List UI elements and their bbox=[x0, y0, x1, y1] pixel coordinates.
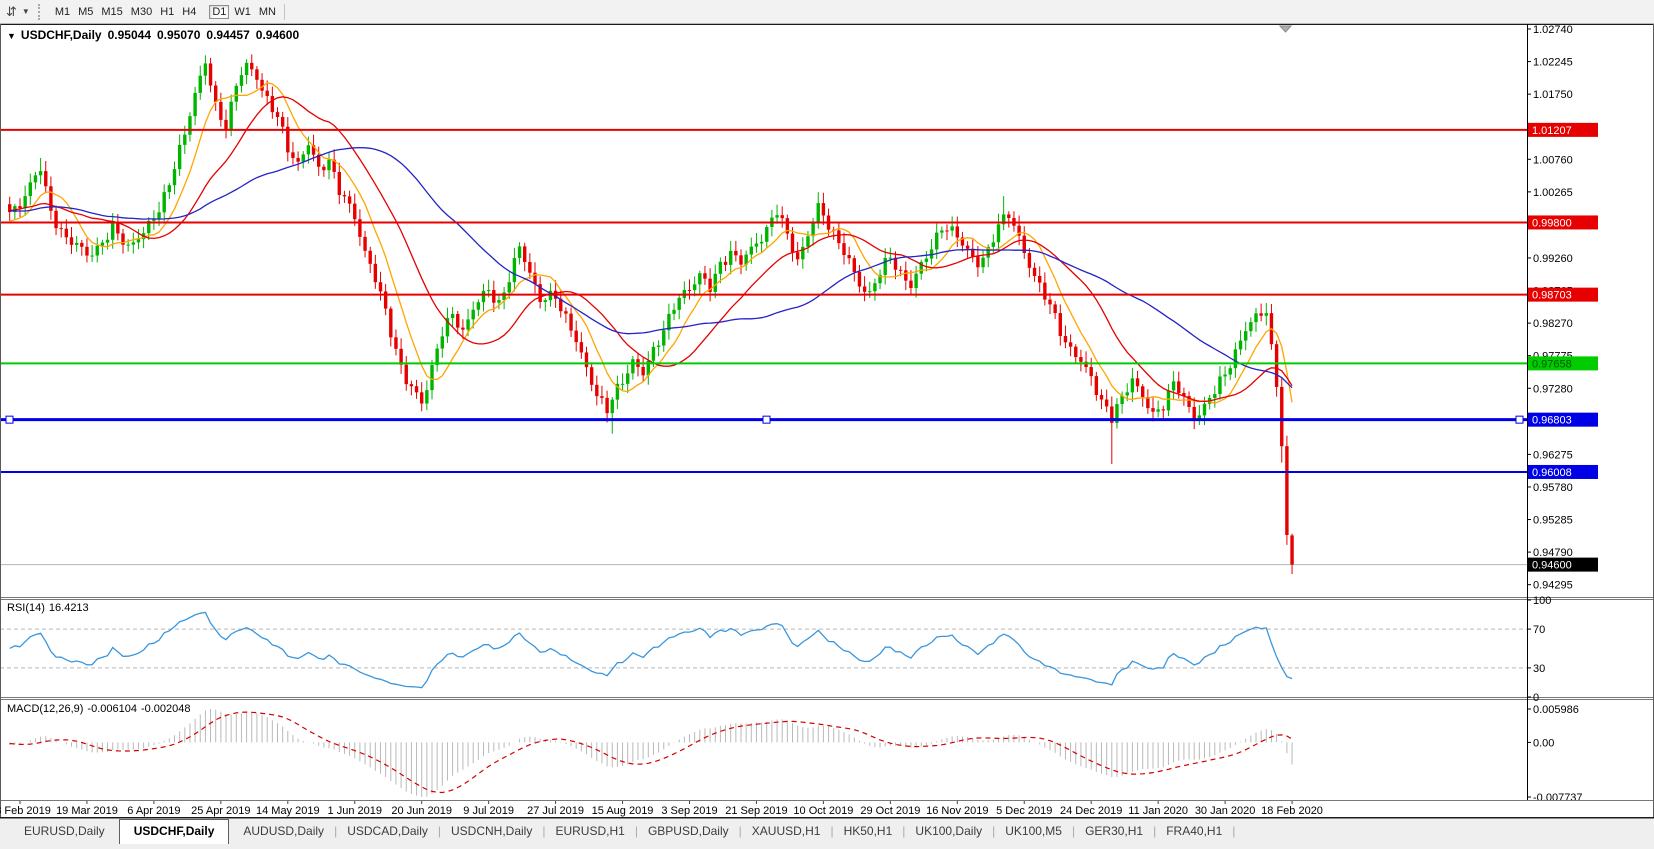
chart-symbol-label: USDCHF,Daily bbox=[21, 28, 102, 42]
tf-button-w1[interactable]: W1 bbox=[231, 5, 254, 19]
tab-uk100-m5[interactable]: UK100,M5 bbox=[995, 819, 1072, 838]
tab-ger30-h1[interactable]: GER30,H1 bbox=[1075, 819, 1153, 838]
svg-text:100: 100 bbox=[1533, 595, 1551, 607]
tf-button-mn[interactable]: MN bbox=[256, 5, 279, 19]
chart-type-icon[interactable]: ⇵ bbox=[6, 4, 17, 20]
timeframe-buttons: M1M5M15M30H1H4 D1W1MN bbox=[51, 2, 280, 21]
selected-line-handle[interactable] bbox=[1516, 416, 1523, 423]
tf-button-m15[interactable]: M15 bbox=[98, 5, 125, 19]
ohlc-low: 0.94457 bbox=[206, 28, 249, 42]
svg-text:3 Sep 2019: 3 Sep 2019 bbox=[661, 805, 717, 817]
terminal-window: 0.005986 0.00 -0.007737 1.02740 1.02245 1.017… bbox=[0, 0, 1654, 849]
svg-text:29 Oct 2019: 29 Oct 2019 bbox=[860, 805, 920, 817]
tab-audusd-daily[interactable]: AUDUSD,Daily bbox=[233, 819, 334, 838]
svg-text:11 Jan 2020: 11 Jan 2020 bbox=[1128, 805, 1188, 817]
chart-collapse-icon[interactable]: ▼ bbox=[7, 31, 16, 41]
svg-text:0.96008: 0.96008 bbox=[1532, 467, 1572, 479]
chart-title: ▼ USDCHF,Daily 0.95044 0.95070 0.94457 0.9460… bbox=[7, 28, 299, 42]
svg-text:1.00265: 1.00265 bbox=[1533, 187, 1573, 199]
svg-text:0.95780: 0.95780 bbox=[1533, 482, 1573, 494]
tab-eurusd-daily[interactable]: EURUSD,Daily bbox=[14, 819, 115, 838]
svg-text:1.01207: 1.01207 bbox=[1532, 125, 1572, 137]
svg-text:70: 70 bbox=[1533, 624, 1545, 636]
chevron-down-icon[interactable]: ▼ bbox=[22, 7, 30, 16]
svg-text:19 Mar 2019: 19 Mar 2019 bbox=[56, 805, 118, 817]
svg-text:0.94790: 0.94790 bbox=[1533, 547, 1573, 559]
svg-text:9 Jul 2019: 9 Jul 2019 bbox=[463, 805, 514, 817]
tab-gbpusd-daily[interactable]: GBPUSD,Daily bbox=[638, 819, 739, 838]
tab-usdchf-daily[interactable]: USDCHF,Daily bbox=[119, 819, 230, 844]
tab-separator: | bbox=[1232, 819, 1235, 838]
svg-text:10 Oct 2019: 10 Oct 2019 bbox=[793, 805, 853, 817]
toolbar-grip[interactable] bbox=[38, 4, 45, 20]
svg-text:27 Jul 2019: 27 Jul 2019 bbox=[527, 805, 584, 817]
svg-text:0.005986: 0.005986 bbox=[1533, 704, 1579, 716]
selected-line-handle[interactable] bbox=[763, 416, 770, 423]
svg-text:18 Feb 2020: 18 Feb 2020 bbox=[1261, 805, 1323, 817]
tf-button-m5[interactable]: M5 bbox=[75, 5, 96, 19]
svg-text:30: 30 bbox=[1533, 663, 1545, 675]
chart-canvas[interactable]: 0.005986 0.00 -0.007737 1.02740 1.02245 1.017… bbox=[0, 0, 1654, 849]
svg-text:1.02245: 1.02245 bbox=[1533, 57, 1573, 69]
svg-text:5 Dec 2019: 5 Dec 2019 bbox=[996, 805, 1052, 817]
svg-text:21 Sep 2019: 21 Sep 2019 bbox=[725, 805, 787, 817]
svg-text:0: 0 bbox=[1533, 692, 1539, 704]
tab-usdcnh-daily[interactable]: USDCNH,Daily bbox=[441, 819, 542, 838]
macd-indicator-label: MACD(12,26,9)-0.006104-0.002048 bbox=[7, 703, 195, 715]
ohlc-close: 0.94600 bbox=[256, 28, 299, 42]
svg-text:1 Jun 2019: 1 Jun 2019 bbox=[328, 805, 382, 817]
tab-xauusd-h1[interactable]: XAUUSD,H1 bbox=[742, 819, 831, 838]
svg-text:0.98703: 0.98703 bbox=[1532, 290, 1572, 302]
tf-button-m1[interactable]: M1 bbox=[52, 5, 73, 19]
tf-button-d1[interactable]: D1 bbox=[209, 5, 229, 19]
svg-text:-0.007737: -0.007737 bbox=[1533, 792, 1583, 804]
toolbar-divider bbox=[284, 4, 285, 20]
svg-text:0.96803: 0.96803 bbox=[1532, 415, 1572, 427]
tab-eurusd-h1[interactable]: EURUSD,H1 bbox=[545, 819, 634, 838]
svg-text:0.95285: 0.95285 bbox=[1533, 515, 1573, 527]
svg-text:1.01750: 1.01750 bbox=[1533, 89, 1573, 101]
svg-text:30 Jan 2020: 30 Jan 2020 bbox=[1195, 805, 1256, 817]
svg-text:0.94295: 0.94295 bbox=[1533, 580, 1573, 592]
svg-text:6 Apr 2019: 6 Apr 2019 bbox=[127, 805, 180, 817]
tf-button-h1[interactable]: H1 bbox=[157, 5, 177, 19]
tab-uk100-daily[interactable]: UK100,Daily bbox=[905, 819, 992, 838]
svg-text:16 Nov 2019: 16 Nov 2019 bbox=[926, 805, 988, 817]
svg-text:25 Apr 2019: 25 Apr 2019 bbox=[191, 805, 250, 817]
svg-text:0.00: 0.00 bbox=[1533, 737, 1554, 749]
selected-line-handle[interactable] bbox=[6, 416, 13, 423]
tab-usdcad-daily[interactable]: USDCAD,Daily bbox=[337, 819, 438, 838]
rsi-indicator-label: RSI(14)16.4213 bbox=[7, 602, 93, 614]
svg-text:0.99260: 0.99260 bbox=[1533, 253, 1573, 265]
svg-text:0.99800: 0.99800 bbox=[1532, 217, 1572, 229]
tab-fra40-h1[interactable]: FRA40,H1 bbox=[1156, 819, 1232, 838]
svg-text:1.00760: 1.00760 bbox=[1533, 154, 1573, 166]
svg-text:28 Feb 2019: 28 Feb 2019 bbox=[0, 805, 51, 817]
svg-text:1.02740: 1.02740 bbox=[1533, 24, 1573, 36]
tf-button-h4[interactable]: H4 bbox=[179, 5, 199, 19]
svg-text:0.97280: 0.97280 bbox=[1533, 383, 1573, 395]
ohlc-open: 0.95044 bbox=[108, 28, 151, 42]
timeframe-toolbar: ⇵ ▼ M1M5M15M30H1H4 D1W1MN bbox=[0, 0, 1654, 24]
tf-button-m30[interactable]: M30 bbox=[128, 5, 155, 19]
svg-text:0.98270: 0.98270 bbox=[1533, 318, 1573, 330]
symbol-tab-bar: EURUSD,DailyUSDCHF,DailyAUDUSD,Daily | USD… bbox=[0, 818, 1654, 849]
ohlc-high: 0.95070 bbox=[157, 28, 200, 42]
svg-text:0.94600: 0.94600 bbox=[1532, 560, 1572, 572]
tab-hk50-h1[interactable]: HK50,H1 bbox=[834, 819, 903, 838]
svg-text:24 Dec 2019: 24 Dec 2019 bbox=[1060, 805, 1122, 817]
svg-text:0.96275: 0.96275 bbox=[1533, 449, 1573, 461]
svg-text:20 Jun 2019: 20 Jun 2019 bbox=[391, 805, 452, 817]
svg-text:0.97658: 0.97658 bbox=[1532, 358, 1572, 370]
svg-text:15 Aug 2019: 15 Aug 2019 bbox=[592, 805, 654, 817]
svg-text:14 May 2019: 14 May 2019 bbox=[256, 805, 320, 817]
